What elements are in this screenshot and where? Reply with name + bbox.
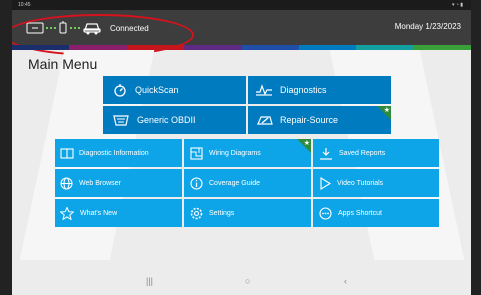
wiring-icon	[190, 146, 203, 160]
quickscan-icon	[114, 84, 126, 97]
web-browser-button[interactable]: Web Browser	[55, 169, 182, 197]
quickscan-button[interactable]: QuickScan	[103, 76, 246, 104]
video-tutorials-button[interactable]: Video Tutorials	[313, 169, 439, 197]
back-button[interactable]: ‹	[344, 276, 347, 286]
generic-obdii-button[interactable]: Generic OBDII	[103, 106, 246, 134]
diagnostics-button[interactable]: Diagnostics	[248, 76, 391, 104]
obd-connector-icon	[113, 114, 129, 126]
diagnostic-information-button[interactable]: Diagnostic Information	[55, 139, 182, 167]
play-icon	[320, 176, 331, 190]
saved-reports-button[interactable]: Saved Reports	[313, 139, 439, 167]
app-header: Connected Monday 1/23/2023	[12, 10, 471, 56]
star-icon: ★	[303, 140, 310, 147]
apps-shortcut-label: Apps Shortcut	[338, 209, 382, 217]
recents-button[interactable]: |||	[146, 276, 153, 286]
web-browser-label: Web Browser	[79, 179, 121, 187]
repair-source-label: Repair-Source	[280, 115, 339, 125]
whats-new-label: What's New	[80, 209, 118, 217]
wiring-diagrams-label: Wiring Diagrams	[209, 149, 261, 157]
status-bar: 10:45 ▾ ◔ ▮	[12, 0, 471, 10]
header-date: Monday 1/23/2023	[394, 22, 461, 31]
apps-icon	[319, 206, 332, 220]
settings-icon	[190, 207, 203, 219]
download-icon	[320, 147, 332, 160]
generic-obdii-label: Generic OBDII	[137, 115, 196, 125]
new-badge: ★	[297, 139, 311, 153]
settings-label: Settings	[209, 209, 235, 217]
android-nav-bar: ||| ○ ‹	[12, 272, 471, 295]
diagnostic-information-label: Diagnostic Information	[79, 149, 149, 157]
page-title: Main Menu	[28, 56, 98, 72]
apps-shortcut-button[interactable]: Apps Shortcut	[313, 199, 439, 227]
whats-new-button[interactable]: What's New	[55, 199, 182, 227]
status-system-icons: ▾ ◔ ▮	[451, 2, 463, 8]
diagnostics-icon	[256, 84, 272, 96]
diagnostics-label: Diagnostics	[280, 85, 327, 95]
globe-icon	[60, 176, 73, 190]
coverage-guide-label: Coverage Guide	[209, 179, 260, 187]
wiring-diagrams-button[interactable]: Wiring Diagrams ★	[184, 139, 311, 167]
video-tutorials-label: Video Tutorials	[337, 179, 384, 187]
settings-button[interactable]: Settings	[184, 199, 311, 227]
repair-source-icon	[257, 116, 273, 125]
status-time: 10:45	[18, 2, 31, 8]
tablet-screen: 10:45 ▾ ◔ ▮ Connected Monday 1/23/2023 M…	[12, 0, 471, 295]
star-icon	[60, 206, 74, 220]
info-icon	[190, 176, 203, 190]
repair-source-button[interactable]: Repair-Source ★	[248, 106, 391, 134]
quickscan-label: QuickScan	[135, 85, 179, 95]
star-icon: ★	[383, 107, 390, 114]
coverage-guide-button[interactable]: Coverage Guide	[184, 169, 311, 197]
home-button[interactable]: ○	[245, 276, 250, 286]
saved-reports-label: Saved Reports	[339, 149, 386, 157]
new-badge: ★	[377, 106, 391, 120]
book-icon	[60, 147, 74, 159]
